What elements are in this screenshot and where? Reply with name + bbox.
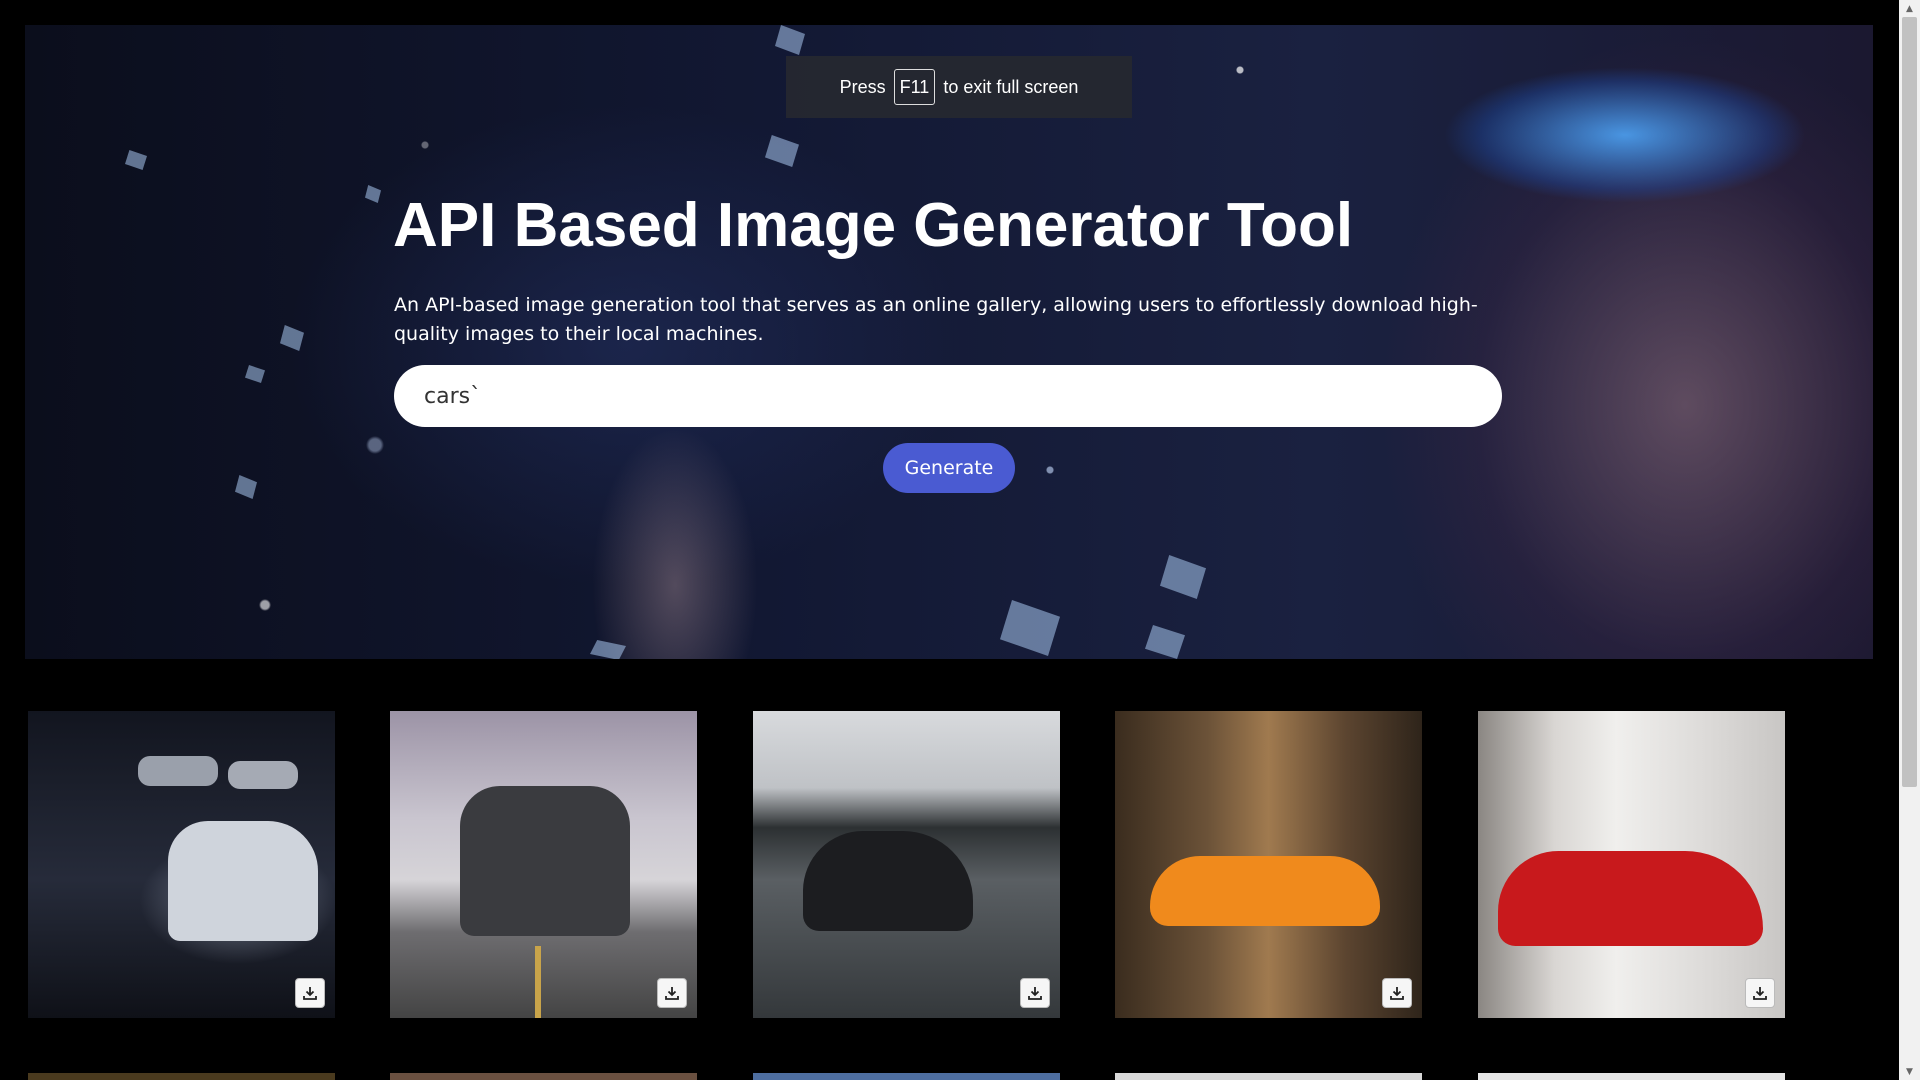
car-shape — [535, 946, 541, 1018]
car-shape — [803, 831, 973, 931]
fullscreen-notice: Press F11 to exit full screen — [786, 56, 1132, 118]
download-icon — [303, 987, 317, 1000]
gallery-image-card[interactable] — [390, 1073, 697, 1080]
search-input[interactable] — [422, 382, 1474, 410]
car-shape — [228, 761, 298, 789]
gallery-image-card[interactable] — [28, 1073, 335, 1080]
scrollbar-thumb[interactable] — [1902, 17, 1917, 787]
gallery-image-card[interactable] — [1478, 711, 1785, 1018]
gallery-image-card[interactable] — [1115, 1073, 1422, 1080]
search-box[interactable] — [394, 365, 1502, 427]
download-icon — [1753, 987, 1767, 1000]
download-icon — [1028, 987, 1042, 1000]
scroll-up-arrow-icon[interactable]: ▲ — [1899, 0, 1920, 17]
fullscreen-notice-suffix: to exit full screen — [943, 76, 1079, 97]
fullscreen-notice-prefix: Press — [839, 76, 886, 97]
car-shape — [1498, 851, 1763, 946]
vertical-scrollbar[interactable]: ▲ ▼ — [1899, 0, 1920, 1080]
page-title: API Based Image Generator Tool — [393, 191, 1354, 260]
download-button[interactable] — [1020, 978, 1050, 1008]
page-description: An API-based image generation tool that … — [394, 294, 1478, 345]
car-shape — [138, 756, 218, 786]
gallery-image-card[interactable] — [1115, 711, 1422, 1018]
gallery-image-card[interactable] — [390, 711, 697, 1018]
download-icon — [1390, 987, 1404, 1000]
download-button[interactable] — [1382, 978, 1412, 1008]
car-shape — [460, 786, 630, 936]
download-icon — [665, 987, 679, 1000]
gallery-image-card[interactable] — [1478, 1073, 1785, 1080]
gallery-image-card[interactable] — [753, 1073, 1060, 1080]
scroll-down-arrow-icon[interactable]: ▼ — [1899, 1063, 1920, 1080]
gallery-image-card[interactable] — [28, 711, 335, 1018]
generate-button[interactable]: Generate — [883, 443, 1015, 493]
car-shape — [168, 821, 318, 941]
gallery-image-card[interactable] — [753, 711, 1060, 1018]
download-button[interactable] — [1745, 978, 1775, 1008]
download-button[interactable] — [657, 978, 687, 1008]
f11-key: F11 — [893, 69, 936, 105]
car-shape — [1150, 856, 1380, 926]
download-button[interactable] — [295, 978, 325, 1008]
